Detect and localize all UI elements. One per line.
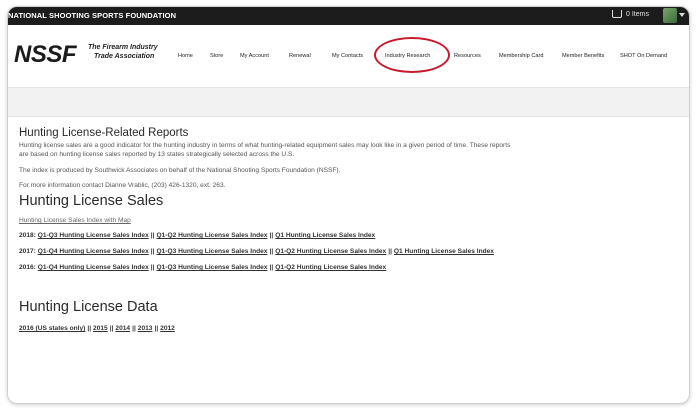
- nav-renewal[interactable]: Renewal: [289, 53, 311, 59]
- nav-member-benefits[interactable]: Member Benefits: [562, 53, 604, 59]
- link-data-2012[interactable]: 2012: [160, 325, 175, 332]
- data-heading: Hunting License Data: [19, 299, 158, 315]
- nav-store[interactable]: Store: [210, 53, 223, 59]
- year-label: 2017:: [19, 248, 36, 255]
- year-label: 2016:: [19, 264, 36, 271]
- sales-line-2018: 2018: Q1-Q3 Hunting License Sales Index |…: [19, 232, 375, 239]
- contact-note: For more information contact Dianne Vrab…: [19, 182, 226, 189]
- separator: ||: [269, 248, 274, 255]
- separator: ||: [269, 264, 274, 271]
- main-header: NSSF The Firearm Industry Trade Associat…: [8, 25, 689, 87]
- sales-line-2016: 2016: Q1-Q4 Hunting License Sales Index |…: [19, 264, 386, 271]
- nav-resources[interactable]: Resources: [454, 53, 481, 59]
- separator: ||: [388, 248, 392, 255]
- tagline-line2: Trade Association: [94, 53, 155, 60]
- index-note: The index is produced by Southwick Assoc…: [19, 167, 341, 174]
- separator: ||: [87, 325, 92, 332]
- nav-membership-card[interactable]: Membership Card: [499, 53, 543, 59]
- nssf-logo[interactable]: NSSF: [14, 41, 77, 69]
- link-2018-q1-q3[interactable]: Q1-Q3 Hunting License Sales Index: [38, 232, 149, 239]
- separator: ||: [132, 325, 136, 332]
- link-data-2014[interactable]: 2014: [115, 325, 130, 332]
- separator: ||: [269, 232, 274, 239]
- intro-line-2: are based on hunting license sales repor…: [19, 151, 295, 158]
- cart-label: 0 Items: [626, 10, 649, 18]
- sales-line-2017: 2017: Q1-Q4 Hunting License Sales Index |…: [19, 248, 494, 255]
- link-data-2013[interactable]: 2013: [138, 325, 153, 332]
- cart-link[interactable]: 0 Items: [612, 10, 649, 18]
- link-2016-q1-q4[interactable]: Q1-Q4 Hunting License Sales Index: [38, 264, 149, 271]
- data-links-line: 2016 (US states only) || 2015 || 2014 || 2013 |…: [19, 325, 175, 332]
- link-2017-q1-q3[interactable]: Q1-Q3 Hunting License Sales Index: [156, 248, 267, 255]
- separator: ||: [150, 232, 155, 239]
- separator: ||: [150, 264, 155, 271]
- nav-home[interactable]: Home: [178, 53, 193, 59]
- cart-icon: [612, 10, 622, 18]
- sales-heading: Hunting License Sales: [19, 193, 164, 209]
- tagline-line1: The Firearm Industry: [88, 44, 158, 51]
- link-2016-q1-q2[interactable]: Q1-Q2 Hunting License Sales Index: [275, 264, 386, 271]
- reports-heading: Hunting License-Related Reports: [19, 127, 189, 139]
- link-2018-q1[interactable]: Q1 Hunting License Sales Index: [275, 232, 375, 239]
- org-name[interactable]: NATIONAL SHOOTING SPORTS FOUNDATION: [8, 11, 176, 20]
- link-2016-q1-q3[interactable]: Q1-Q3 Hunting License Sales Index: [156, 264, 267, 271]
- chevron-down-icon[interactable]: [679, 13, 685, 17]
- separator: ||: [109, 325, 114, 332]
- page-banner: [8, 87, 689, 117]
- nav-my-account[interactable]: My Account: [240, 53, 269, 59]
- link-2017-q1[interactable]: Q1 Hunting License Sales Index: [394, 248, 494, 255]
- intro-line-1: Hunting license sales are a good indicat…: [19, 142, 511, 149]
- nav-my-contacts[interactable]: My Contacts: [332, 53, 363, 59]
- avatar[interactable]: [663, 8, 677, 23]
- highlight-circle: [374, 37, 450, 73]
- year-label: 2018:: [19, 232, 36, 239]
- nav-shot-on-demand[interactable]: SHOT On Demand: [620, 53, 667, 59]
- link-2017-q1-q4[interactable]: Q1-Q4 Hunting License Sales Index: [38, 248, 149, 255]
- separator: ||: [150, 248, 155, 255]
- link-2017-q1-q2[interactable]: Q1-Q2 Hunting License Sales Index: [275, 248, 386, 255]
- browser-frame: NATIONAL SHOOTING SPORTS FOUNDATION 0 It…: [7, 6, 690, 404]
- link-data-2016[interactable]: 2016 (US states only): [19, 325, 85, 332]
- link-2018-q1-q2[interactable]: Q1-Q2 Hunting License Sales Index: [156, 232, 267, 239]
- top-bar: NATIONAL SHOOTING SPORTS FOUNDATION 0 It…: [8, 7, 689, 25]
- link-data-2015[interactable]: 2015: [93, 325, 108, 332]
- sales-map-link[interactable]: Hunting License Sales Index with Map: [19, 217, 131, 224]
- separator: ||: [154, 325, 159, 332]
